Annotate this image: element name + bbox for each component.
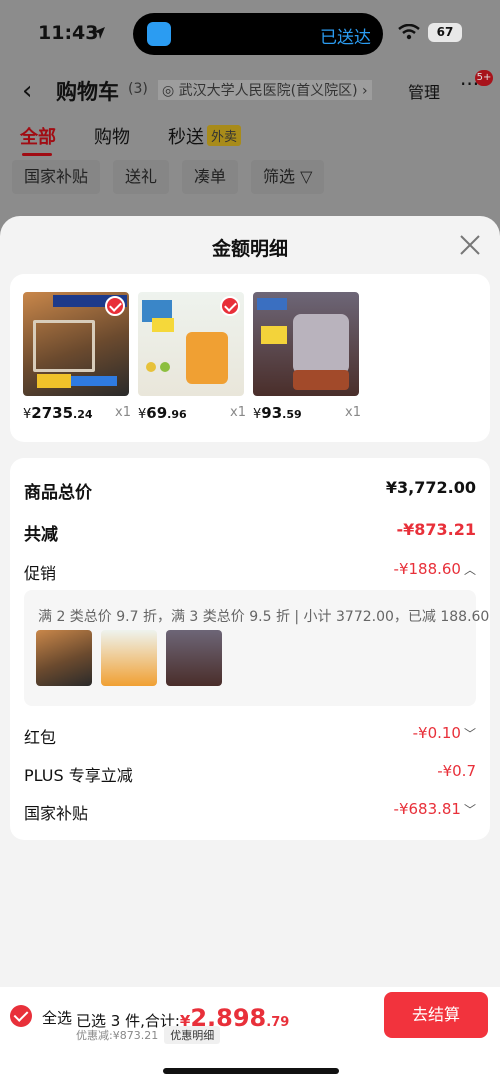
chevron-up-icon: ︿ [463, 563, 476, 577]
status-time: 11:43 [38, 22, 99, 44]
promotion-product-image [166, 630, 222, 686]
tab-underline [22, 153, 52, 156]
checkout-bar: 全选 已选 3 件,合计:¥2,898.79 优惠减:¥873.21 优惠明细 去… [0, 987, 500, 1083]
subtotal-label: 商品总价 [24, 483, 92, 503]
chevron-down-icon: ﹀ [463, 803, 476, 817]
plus-discount-value: -¥0.7 [437, 762, 476, 780]
chip-combine[interactable]: 凑单 [182, 160, 239, 194]
location-arrow-icon [93, 27, 105, 39]
cart-header: ‹ 购物车 (3) ◎ 武汉大学人民医院(首义院区) › 管理 ··· 5+ [0, 70, 500, 110]
product-quantity: x1 [345, 405, 361, 420]
page-title: 购物车 [56, 80, 119, 104]
red-packet-label: 红包 [24, 728, 57, 747]
cart-tabs: 全部 购物 秒送 外卖 [0, 123, 500, 159]
selected-check-icon [105, 296, 125, 316]
takeout-tag: 外卖 [207, 125, 242, 146]
promotion-label: 促销 [24, 564, 57, 583]
chip-national-subsidy[interactable]: 国家补贴 [12, 160, 101, 194]
product-quantity: x1 [115, 405, 131, 420]
promotion-product-image [101, 630, 157, 686]
discount-text: 优惠减:¥873.21 [76, 1029, 159, 1042]
national-subsidy-value: -¥683.81 [393, 800, 461, 818]
chip-filter[interactable]: 筛选 ▽ [251, 160, 325, 194]
amount-breakdown-card: 商品总价 ¥3,772.00 共减 -¥873.21 促销 -¥188.60 ︿ … [10, 458, 490, 840]
select-all-checkbox[interactable] [10, 1005, 32, 1027]
delivery-app-icon [147, 22, 171, 46]
total-reduction-row: 共减 -¥873.21 [24, 520, 476, 546]
promotion-rule-text: 满 2 类总价 9.7 折，满 3 类总价 9.5 折 | 小计 3772.00… [38, 609, 490, 625]
price-integer: 69 [146, 404, 168, 422]
product-item[interactable]: ¥93.59 x1 [253, 292, 363, 422]
product-image [253, 292, 359, 396]
island-status-text: 已送达 [320, 28, 371, 48]
promotion-value: -¥188.60 [393, 560, 461, 578]
select-all-label[interactable]: 全选 [42, 1007, 72, 1028]
promotion-product-image [36, 630, 92, 686]
message-badge: 5+ [475, 70, 493, 86]
plus-discount-row: PLUS 专享立减 -¥0.7 [24, 762, 476, 788]
red-packet-value: -¥0.10 [412, 724, 461, 742]
tab-shopping[interactable]: 购物 [94, 123, 130, 149]
promotion-detail-box: 满 2 类总价 9.7 折，满 3 类总价 9.5 折 | 小计 3772.00… [24, 590, 489, 706]
selected-check-icon [220, 296, 240, 316]
product-price: ¥2735.24 x1 [23, 404, 143, 422]
manage-button[interactable]: 管理 [408, 79, 440, 103]
national-subsidy-row[interactable]: 国家补贴 -¥683.81 ﹀ [24, 800, 476, 826]
close-icon[interactable] [459, 234, 481, 256]
product-quantity: x1 [230, 405, 246, 420]
product-image [23, 292, 129, 396]
reduction-label: 共减 [24, 525, 58, 545]
product-price: ¥93.59 x1 [253, 404, 373, 422]
tab-instant-label: 秒送 [168, 127, 204, 148]
tab-instant[interactable]: 秒送 外卖 [168, 123, 242, 149]
price-decimal: .24 [73, 408, 93, 421]
price-decimal: .59 [282, 408, 302, 421]
tab-all[interactable]: 全部 [20, 123, 56, 149]
filter-chips: 国家补贴 送礼 凑单 筛选 ▽ [0, 160, 500, 194]
chip-gift[interactable]: 送礼 [113, 160, 170, 194]
total-decimal: .79 [266, 1015, 290, 1030]
product-item[interactable]: ¥2735.24 x1 [23, 292, 133, 422]
discount-detail-link[interactable]: 优惠明细 [164, 1026, 221, 1044]
promotion-value-wrap: -¥188.60 ︿ [394, 560, 476, 578]
battery-icon: 67 [428, 23, 462, 42]
wifi-icon [398, 24, 420, 40]
national-subsidy-label: 国家补贴 [24, 804, 89, 823]
product-price: ¥69.96 x1 [138, 404, 258, 422]
product-thumbnails-card: ¥2735.24 x1 ¥69.96 x1 ¥93.59 x1 [10, 274, 490, 442]
dynamic-island[interactable]: 已送达 [133, 13, 383, 55]
chevron-down-icon: ﹀ [463, 727, 476, 741]
reduction-value: -¥873.21 [396, 520, 476, 539]
status-bar: 11:43 已送达 67 [0, 0, 500, 66]
cart-count: (3) [128, 81, 148, 97]
price-integer: 2735 [31, 404, 74, 422]
red-packet-value-wrap: -¥0.10 ﹀ [413, 724, 476, 742]
back-icon[interactable]: ‹ [22, 76, 32, 106]
discount-summary: 优惠减:¥873.21 优惠明细 [76, 1026, 221, 1044]
national-subsidy-value-wrap: -¥683.81 ﹀ [394, 800, 476, 818]
price-decimal: .96 [167, 408, 187, 421]
plus-discount-label: PLUS 专享立减 [24, 766, 133, 785]
amount-detail-sheet: 金额明细 ¥2735.24 x1 ¥69.96 x1 ¥93.59 x1 商品总… [0, 216, 500, 1083]
delivery-address[interactable]: ◎ 武汉大学人民医院(首义院区) › [158, 80, 372, 100]
checkout-button[interactable]: 去结算 [384, 992, 488, 1038]
subtotal-row: 商品总价 ¥3,772.00 [24, 478, 476, 504]
subtotal-value: ¥3,772.00 [385, 478, 476, 497]
red-packet-row[interactable]: 红包 -¥0.10 ﹀ [24, 724, 476, 750]
home-indicator [163, 1068, 339, 1074]
product-image [138, 292, 244, 396]
product-item[interactable]: ¥69.96 x1 [138, 292, 248, 422]
promotion-row[interactable]: 促销 -¥188.60 ︿ [24, 560, 476, 586]
sheet-title: 金额明细 [211, 238, 288, 260]
price-integer: 93 [261, 404, 283, 422]
